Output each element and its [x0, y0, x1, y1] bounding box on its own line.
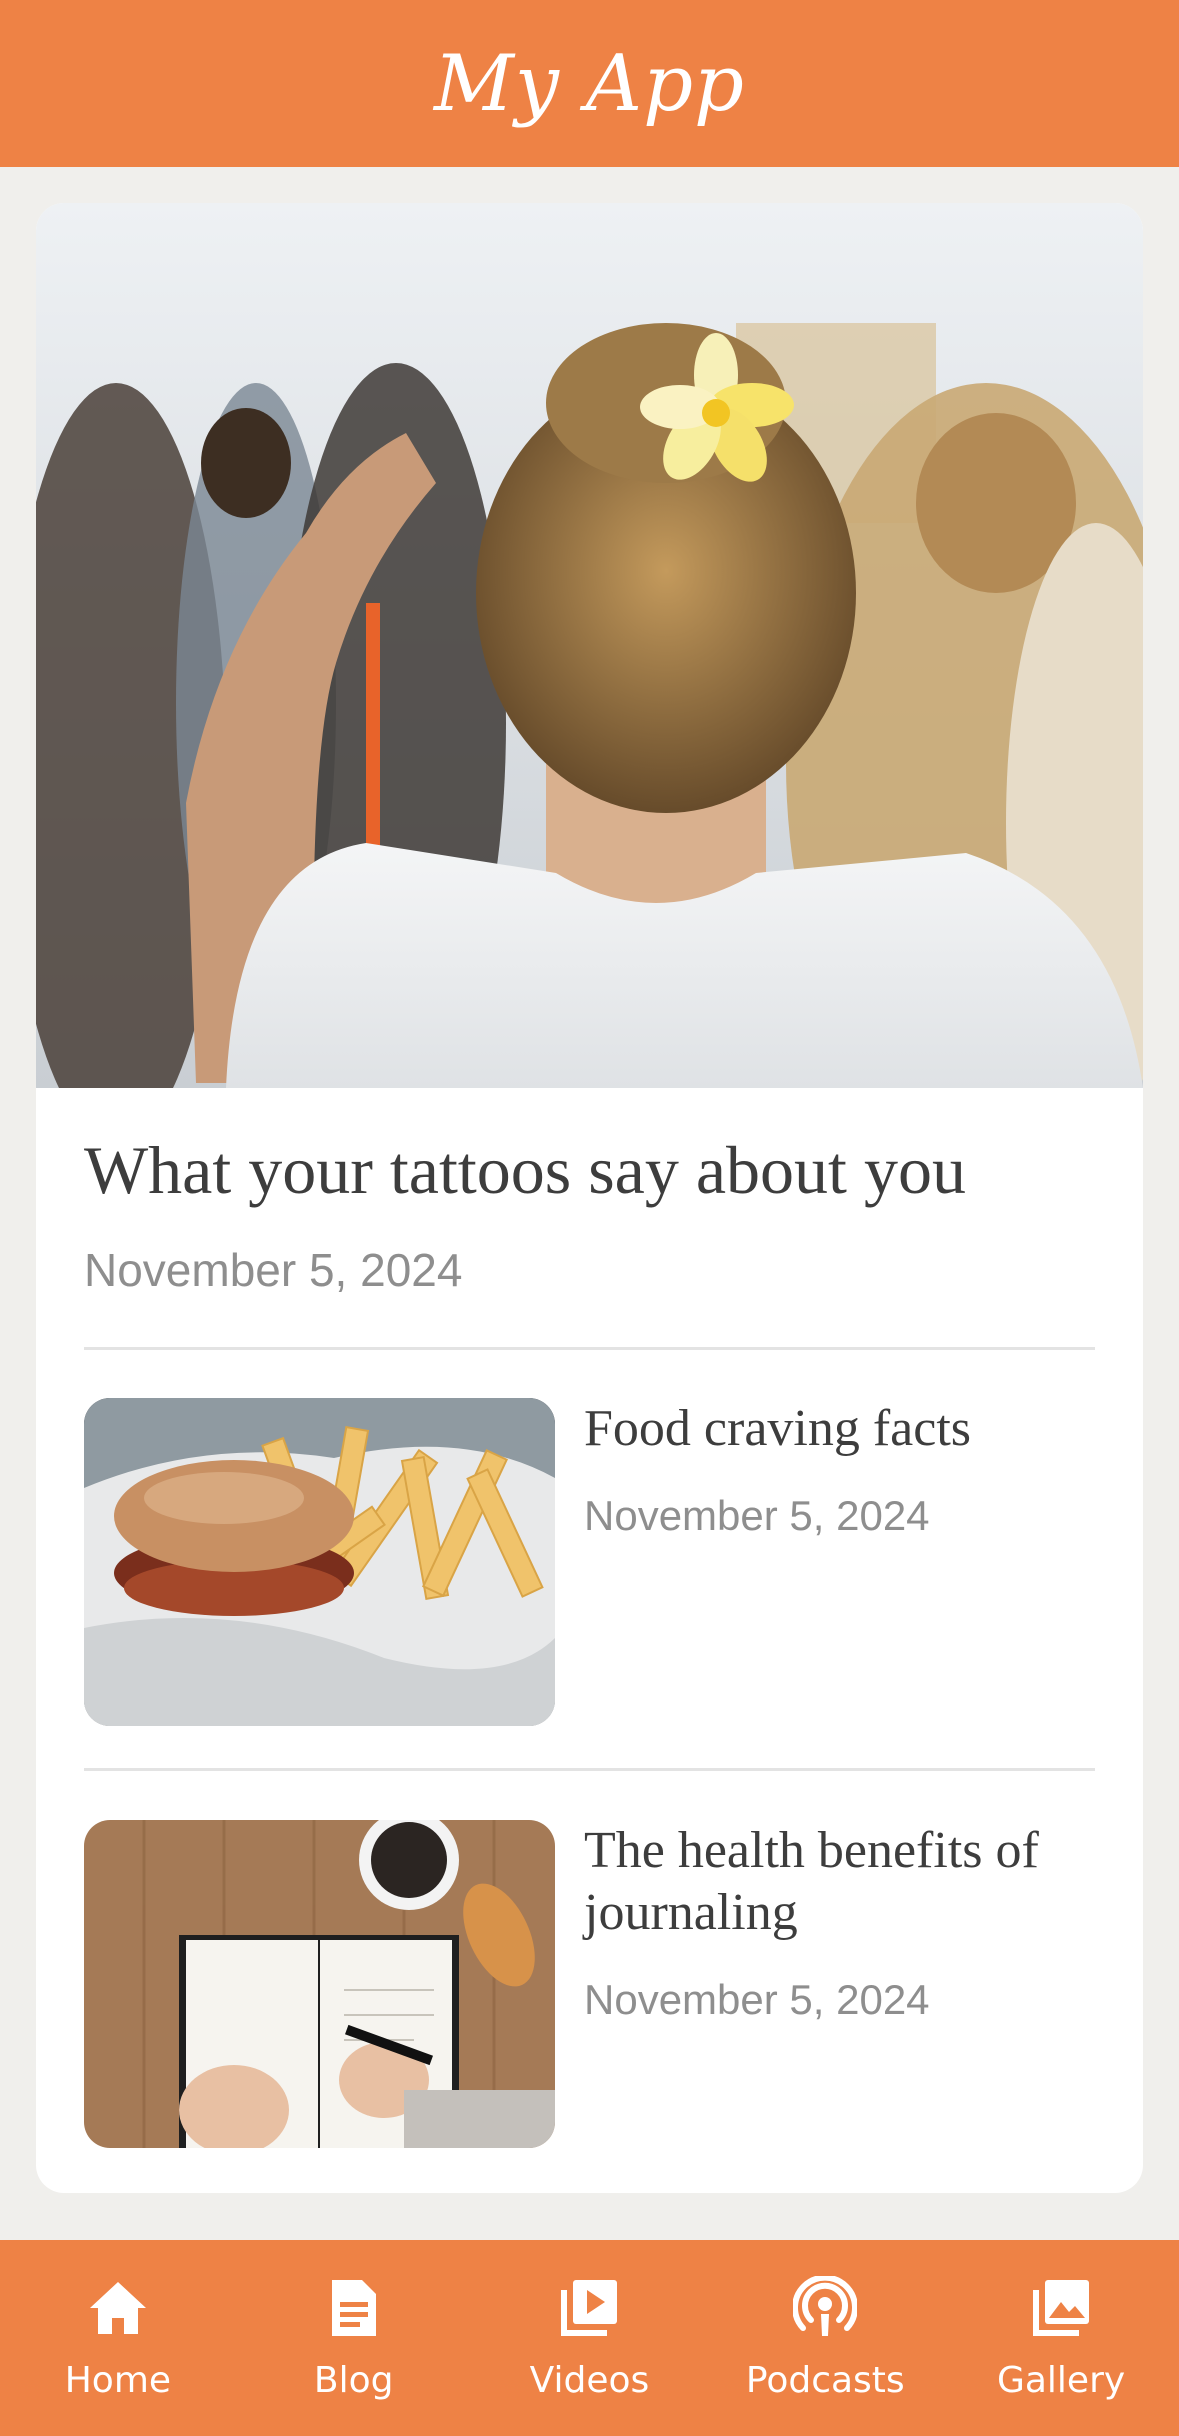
nav-item-videos[interactable]: Videos: [472, 2240, 708, 2436]
article-date: November 5, 2024: [584, 1492, 930, 1539]
featured-article-image[interactable]: [36, 203, 1143, 1088]
nav-item-home[interactable]: Home: [0, 2240, 236, 2436]
bottom-navigation: Home Blog Videos Podcasts Gallery: [0, 2240, 1179, 2436]
featured-article-date: November 5, 2024: [84, 1244, 463, 1296]
nav-label-gallery: Gallery: [996, 2360, 1126, 2401]
nav-label-videos: Videos: [529, 2360, 650, 2401]
nav-item-podcasts[interactable]: Podcasts: [707, 2240, 943, 2436]
divider: [84, 1347, 1095, 1350]
podcast-icon: [793, 2276, 858, 2336]
nav-label-blog: Blog: [313, 2360, 394, 2401]
articles-card: What your tattoos say about you November…: [36, 203, 1143, 2193]
article-thumbnail-food[interactable]: [84, 1398, 555, 1726]
video-library-icon: [561, 2280, 618, 2336]
nav-item-blog[interactable]: Blog: [236, 2240, 472, 2436]
nav-label-home: Home: [64, 2360, 172, 2401]
home-icon: [89, 2282, 146, 2334]
document-icon: [331, 2280, 376, 2336]
app-title: My App: [434, 38, 745, 129]
divider: [84, 1768, 1095, 1771]
article-thumbnail-journaling[interactable]: [84, 1820, 555, 2148]
article-title[interactable]: Food craving facts: [584, 1398, 1094, 1460]
article-title[interactable]: The health benefits of journaling: [584, 1820, 1094, 1945]
article-date: November 5, 2024: [584, 1976, 930, 2023]
gallery-icon: [1033, 2280, 1090, 2336]
list-item[interactable]: Food craving facts November 5, 2024: [84, 1398, 1095, 1728]
app-header: My App: [0, 0, 1179, 167]
nav-label-podcasts: Podcasts: [745, 2360, 905, 2401]
nav-item-gallery[interactable]: Gallery: [943, 2240, 1179, 2436]
list-item[interactable]: The health benefits of journaling Novemb…: [84, 1820, 1095, 2150]
featured-article-title[interactable]: What your tattoos say about you: [84, 1133, 1104, 1208]
